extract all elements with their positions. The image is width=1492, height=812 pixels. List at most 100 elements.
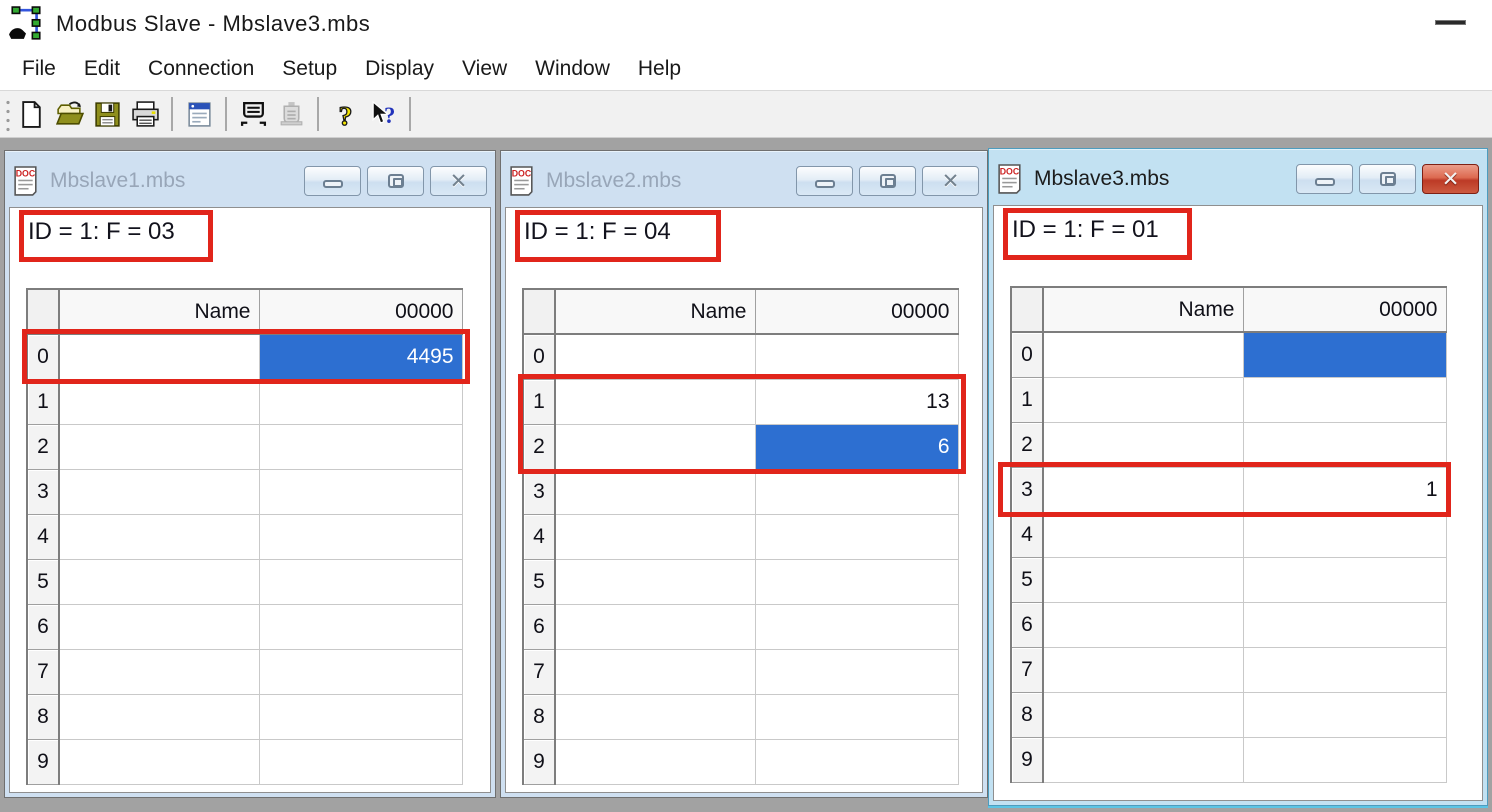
maximize-button[interactable] [367, 166, 424, 196]
row-header[interactable]: 8 [1010, 691, 1044, 738]
menu-view[interactable]: View [448, 53, 521, 85]
name-cell[interactable] [1043, 467, 1244, 513]
value-cell[interactable] [1243, 512, 1447, 558]
row-header[interactable]: 4 [522, 513, 556, 560]
row-header[interactable]: 0 [522, 333, 556, 380]
value-cell[interactable] [1243, 422, 1447, 468]
value-cell[interactable] [755, 514, 959, 560]
child-titlebar[interactable]: DOC Mbslave1.mbs ✕ [9, 155, 491, 207]
row-header[interactable]: 9 [522, 738, 556, 785]
row-header[interactable]: 6 [1010, 601, 1044, 648]
value-cell[interactable] [259, 694, 463, 740]
row-header[interactable]: 6 [522, 603, 556, 650]
value-cell[interactable] [755, 334, 959, 380]
value-cell[interactable] [259, 514, 463, 560]
value-cell[interactable] [1243, 557, 1447, 603]
child-titlebar[interactable]: DOC Mbslave3.mbs ✕ [993, 153, 1483, 205]
menu-file[interactable]: File [8, 53, 70, 85]
name-cell[interactable] [59, 739, 260, 785]
name-cell[interactable] [555, 739, 756, 785]
row-header[interactable]: 2 [1010, 421, 1044, 468]
value-cell[interactable] [259, 739, 463, 785]
row-header[interactable]: 0 [1010, 331, 1044, 378]
row-header[interactable]: 3 [1010, 466, 1044, 513]
menu-help[interactable]: Help [624, 53, 695, 85]
app-minimize-button[interactable] [1435, 20, 1466, 25]
menu-connection[interactable]: Connection [134, 53, 268, 85]
name-cell[interactable] [555, 559, 756, 605]
value-cell[interactable] [755, 739, 959, 785]
value-cell[interactable] [259, 559, 463, 605]
value-cell[interactable]: 4495 [259, 334, 463, 380]
name-cell[interactable] [1043, 332, 1244, 378]
menu-setup[interactable]: Setup [268, 53, 351, 85]
row-header[interactable]: 3 [26, 468, 60, 515]
value-cell[interactable] [259, 649, 463, 695]
name-cell[interactable] [59, 334, 260, 380]
value-cell[interactable] [1243, 332, 1447, 378]
minimize-button[interactable] [304, 166, 361, 196]
row-header[interactable]: 5 [1010, 556, 1044, 603]
row-header[interactable]: 4 [26, 513, 60, 560]
row-header[interactable]: 0 [26, 333, 60, 380]
name-cell[interactable] [555, 424, 756, 470]
value-cell[interactable] [259, 604, 463, 650]
value-cell[interactable] [755, 649, 959, 695]
communication-button[interactable] [273, 96, 309, 132]
row-header[interactable]: 9 [26, 738, 60, 785]
value-cell[interactable] [1243, 602, 1447, 648]
row-header[interactable]: 9 [1010, 736, 1044, 783]
help-button[interactable]: ? [327, 96, 363, 132]
row-header[interactable]: 7 [26, 648, 60, 695]
value-cell[interactable] [1243, 377, 1447, 423]
name-cell[interactable] [1043, 422, 1244, 468]
menu-edit[interactable]: Edit [70, 53, 134, 85]
value-cell[interactable] [259, 424, 463, 470]
menu-window[interactable]: Window [521, 53, 624, 85]
close-button[interactable]: ✕ [922, 166, 979, 196]
name-cell[interactable] [59, 379, 260, 425]
name-cell[interactable] [59, 424, 260, 470]
name-cell[interactable] [59, 469, 260, 515]
toolbar-gripper[interactable] [2, 96, 12, 132]
open-file-button[interactable] [51, 96, 87, 132]
row-header[interactable]: 6 [26, 603, 60, 650]
close-button[interactable]: ✕ [430, 166, 487, 196]
row-header[interactable]: 5 [522, 558, 556, 605]
row-header[interactable]: 2 [522, 423, 556, 470]
display-setup-button[interactable] [181, 96, 217, 132]
row-header[interactable]: 2 [26, 423, 60, 470]
maximize-button[interactable] [1359, 164, 1416, 194]
value-cell[interactable] [1243, 737, 1447, 783]
value-cell[interactable]: 13 [755, 379, 959, 425]
print-button[interactable] [127, 96, 163, 132]
name-cell[interactable] [555, 649, 756, 695]
name-cell[interactable] [555, 379, 756, 425]
name-cell[interactable] [1043, 647, 1244, 693]
name-cell[interactable] [59, 514, 260, 560]
name-cell[interactable] [1043, 557, 1244, 603]
name-cell[interactable] [59, 604, 260, 650]
value-cell[interactable] [755, 559, 959, 605]
name-cell[interactable] [1043, 692, 1244, 738]
name-cell[interactable] [555, 694, 756, 740]
row-header[interactable]: 8 [522, 693, 556, 740]
name-cell[interactable] [555, 604, 756, 650]
name-cell[interactable] [555, 514, 756, 560]
value-cell[interactable] [259, 469, 463, 515]
child-titlebar[interactable]: DOC Mbslave2.mbs ✕ [505, 155, 983, 207]
row-header[interactable]: 7 [1010, 646, 1044, 693]
value-cell[interactable] [1243, 647, 1447, 693]
name-cell[interactable] [555, 334, 756, 380]
value-cell[interactable] [755, 469, 959, 515]
name-cell[interactable] [1043, 602, 1244, 648]
row-header[interactable]: 1 [26, 378, 60, 425]
row-header[interactable]: 8 [26, 693, 60, 740]
row-header[interactable]: 3 [522, 468, 556, 515]
row-header[interactable]: 4 [1010, 511, 1044, 558]
name-cell[interactable] [59, 559, 260, 605]
maximize-button[interactable] [859, 166, 916, 196]
minimize-button[interactable] [1296, 164, 1353, 194]
menu-display[interactable]: Display [351, 53, 448, 85]
row-header[interactable]: 5 [26, 558, 60, 605]
